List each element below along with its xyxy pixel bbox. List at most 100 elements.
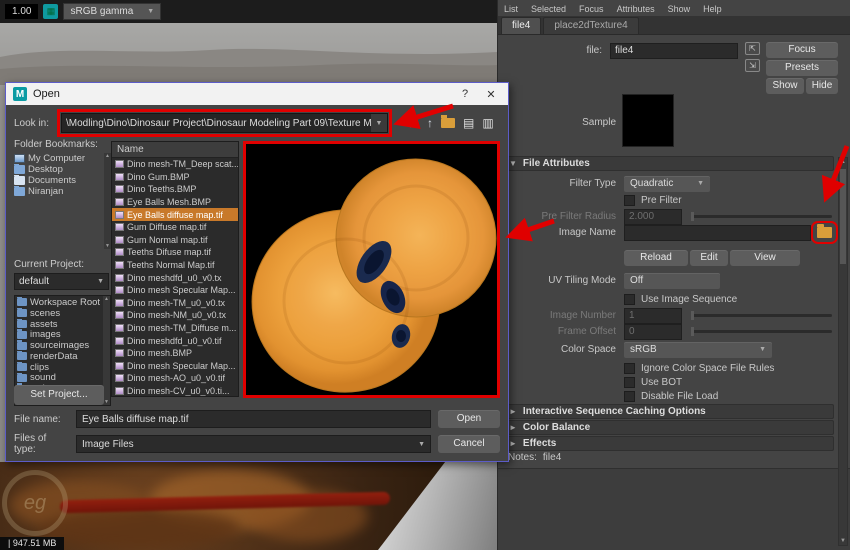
up-directory-icon[interactable]: ↑	[427, 117, 433, 129]
pre-filter-radius-slider[interactable]	[691, 215, 832, 218]
section-file-attributes[interactable]: ▼ File Attributes	[502, 156, 834, 171]
bookmarks-scrollbar[interactable]: ▲▼	[104, 153, 111, 249]
hide-button[interactable]: Hide	[806, 78, 838, 94]
dialog-close-button[interactable]: ✕	[481, 88, 501, 101]
set-project-button[interactable]: Set Project...	[14, 385, 104, 405]
list-view-icon[interactable]: ▤	[463, 117, 474, 129]
scrollbar-thumb[interactable]	[840, 169, 846, 264]
file-list-item[interactable]: Dino mesh-CV_u0_v0.ti...	[112, 385, 238, 396]
bookmark-item[interactable]: Niranjan	[14, 186, 103, 197]
notes-field[interactable]	[498, 468, 850, 550]
workspace-folder-item[interactable]: sourceimages	[17, 340, 102, 351]
file-list-item[interactable]: Eye Balls Mesh.BMP	[112, 196, 238, 209]
file-list-item[interactable]: Dino meshdfd_u0_v0.tif	[112, 334, 238, 347]
menu-item[interactable]: Show	[668, 4, 691, 14]
current-project-dropdown[interactable]: default ▼	[14, 273, 109, 290]
file-list-item[interactable]: Dino meshdfd_u0_v0.tx	[112, 271, 238, 284]
frame-offset-field[interactable]: 0	[624, 324, 682, 340]
scroll-up-icon[interactable]: ▲	[839, 159, 847, 165]
menu-item[interactable]: Focus	[579, 4, 604, 14]
file-list-item[interactable]: Dino mesh Specular Map...	[112, 284, 238, 297]
gamma-dropdown[interactable]: sRGB gamma ▼	[63, 3, 161, 20]
file-list-item[interactable]: Gum Normal map.tif	[112, 234, 238, 247]
file-list-item[interactable]: Teeths Difuse map.tif	[112, 246, 238, 259]
exposure-value[interactable]: 1.00	[5, 4, 38, 19]
image-number-row: Image Number 1	[502, 307, 832, 324]
section-color-balance[interactable]: ► Color Balance	[502, 420, 834, 435]
workspace-folder-item[interactable]: clips	[17, 362, 102, 373]
browse-folder-icon[interactable]	[817, 227, 832, 238]
scroll-down-icon[interactable]: ▼	[839, 538, 847, 544]
chevron-down-icon[interactable]: ▼	[371, 114, 387, 132]
look-in-dropdown[interactable]: \Modling\Dino\Dinosaur Project\Dinosaur …	[61, 113, 388, 133]
specular-surface	[378, 462, 497, 550]
focus-button[interactable]: Focus	[766, 42, 838, 58]
image-number-slider[interactable]	[691, 314, 832, 317]
filter-type-dropdown[interactable]: Quadratic ▼	[624, 176, 710, 192]
workspace-folder-item[interactable]: assets	[17, 319, 102, 330]
disable-file-load-checkbox[interactable]	[624, 391, 635, 402]
file-list-item[interactable]: Teeths Normal Map.tif	[112, 259, 238, 272]
workspace-folder-item[interactable]: sound	[17, 373, 102, 384]
section-interactive-sequence-caching[interactable]: ► Interactive Sequence Caching Options	[502, 404, 834, 419]
file-list-item[interactable]: Dino mesh.BMP	[112, 347, 238, 360]
menu-item[interactable]: List	[504, 4, 518, 14]
file-list-item[interactable]: Eye Balls diffuse map.tif	[112, 208, 238, 221]
color-management-icon[interactable]: ▦	[43, 4, 58, 19]
copy-tab-icon[interactable]: ⇱	[745, 42, 760, 55]
image-number-field[interactable]: 1	[624, 308, 682, 324]
bookmark-item[interactable]: Documents	[14, 175, 103, 186]
attribute-tab[interactable]: place2dTexture4	[543, 17, 638, 34]
attribute-tab[interactable]: file4	[501, 17, 541, 34]
ignore-color-space-rules-checkbox[interactable]	[624, 363, 635, 374]
file-list-item[interactable]: Gum Diffuse map.tif	[112, 221, 238, 234]
viewport-texture[interactable]: eg | 947.51 MB	[0, 462, 497, 550]
workspace-folder-item[interactable]: images	[17, 329, 102, 340]
files-of-type-dropdown[interactable]: Image Files ▼	[76, 435, 431, 453]
pre-filter-checkbox[interactable]	[624, 195, 635, 206]
show-button[interactable]: Show	[766, 78, 804, 94]
file-list-item[interactable]: Dino Teeths.BMP	[112, 183, 238, 196]
color-space-dropdown[interactable]: sRGB ▼	[624, 342, 772, 358]
details-view-icon[interactable]: ▥	[482, 117, 493, 129]
file-list-item[interactable]: Dino mesh-AO_u0_v0.tif	[112, 372, 238, 385]
menu-item[interactable]: Selected	[531, 4, 566, 14]
use-image-sequence-checkbox[interactable]	[624, 294, 635, 305]
file-list-item[interactable]: Dino mesh-TM_Deep scat...	[112, 158, 238, 171]
back-arrow-icon[interactable]: ←	[406, 117, 419, 130]
file-name-input[interactable]: Eye Balls diffuse map.tif	[76, 410, 431, 428]
menu-item[interactable]: Attributes	[617, 4, 655, 14]
edit-button[interactable]: Edit	[690, 250, 728, 266]
file-list-item[interactable]: Dino Gum.BMP	[112, 171, 238, 184]
file-list-item[interactable]: Dino mesh-NM_u0_v0.tx	[112, 309, 238, 322]
file-list-name-header[interactable]: Name	[112, 142, 238, 158]
attribute-editor-scrollbar[interactable]: ▲ ▼	[838, 157, 848, 546]
pre-filter-radius-field[interactable]: 2.000	[624, 209, 682, 225]
view-button[interactable]: View	[730, 250, 800, 266]
reload-button[interactable]: Reload	[624, 250, 688, 266]
node-name-field[interactable]: file4	[610, 43, 738, 59]
file-list-item[interactable]: Dino mesh-TM_u0_v0.tx	[112, 297, 238, 310]
pin-tab-icon[interactable]: ⇲	[745, 59, 760, 72]
new-folder-icon[interactable]	[441, 118, 455, 128]
image-name-field[interactable]	[624, 225, 811, 241]
bookmark-item[interactable]: My Computer	[14, 153, 103, 164]
file-list-item[interactable]: Dino mesh Specular Map...	[112, 360, 238, 373]
presets-button[interactable]: Presets	[766, 60, 838, 76]
workspace-folder-item[interactable]: Workspace Root	[17, 297, 102, 308]
file-name-label: Dino mesh-TM_u0_v0.tx	[127, 298, 225, 308]
bookmark-item[interactable]: Desktop	[14, 164, 103, 175]
dialog-titlebar[interactable]: M Open ? ✕	[6, 83, 508, 105]
cancel-button[interactable]: Cancel	[438, 435, 500, 453]
open-button[interactable]: Open	[438, 410, 500, 428]
frame-offset-slider[interactable]	[691, 330, 832, 333]
use-bot-checkbox[interactable]	[624, 377, 635, 388]
section-effects[interactable]: ► Effects	[502, 436, 834, 451]
uv-tiling-dropdown[interactable]: Off	[624, 273, 720, 289]
menu-item[interactable]: Help	[703, 4, 722, 14]
workspace-folder-item[interactable]: scenes	[17, 308, 102, 319]
file-list-item[interactable]: Dino mesh-TM_Diffuse m...	[112, 322, 238, 335]
workspace-scrollbar[interactable]: ▲▼	[103, 296, 110, 405]
workspace-folder-item[interactable]: renderData	[17, 351, 102, 362]
dialog-help-button[interactable]: ?	[455, 88, 475, 100]
